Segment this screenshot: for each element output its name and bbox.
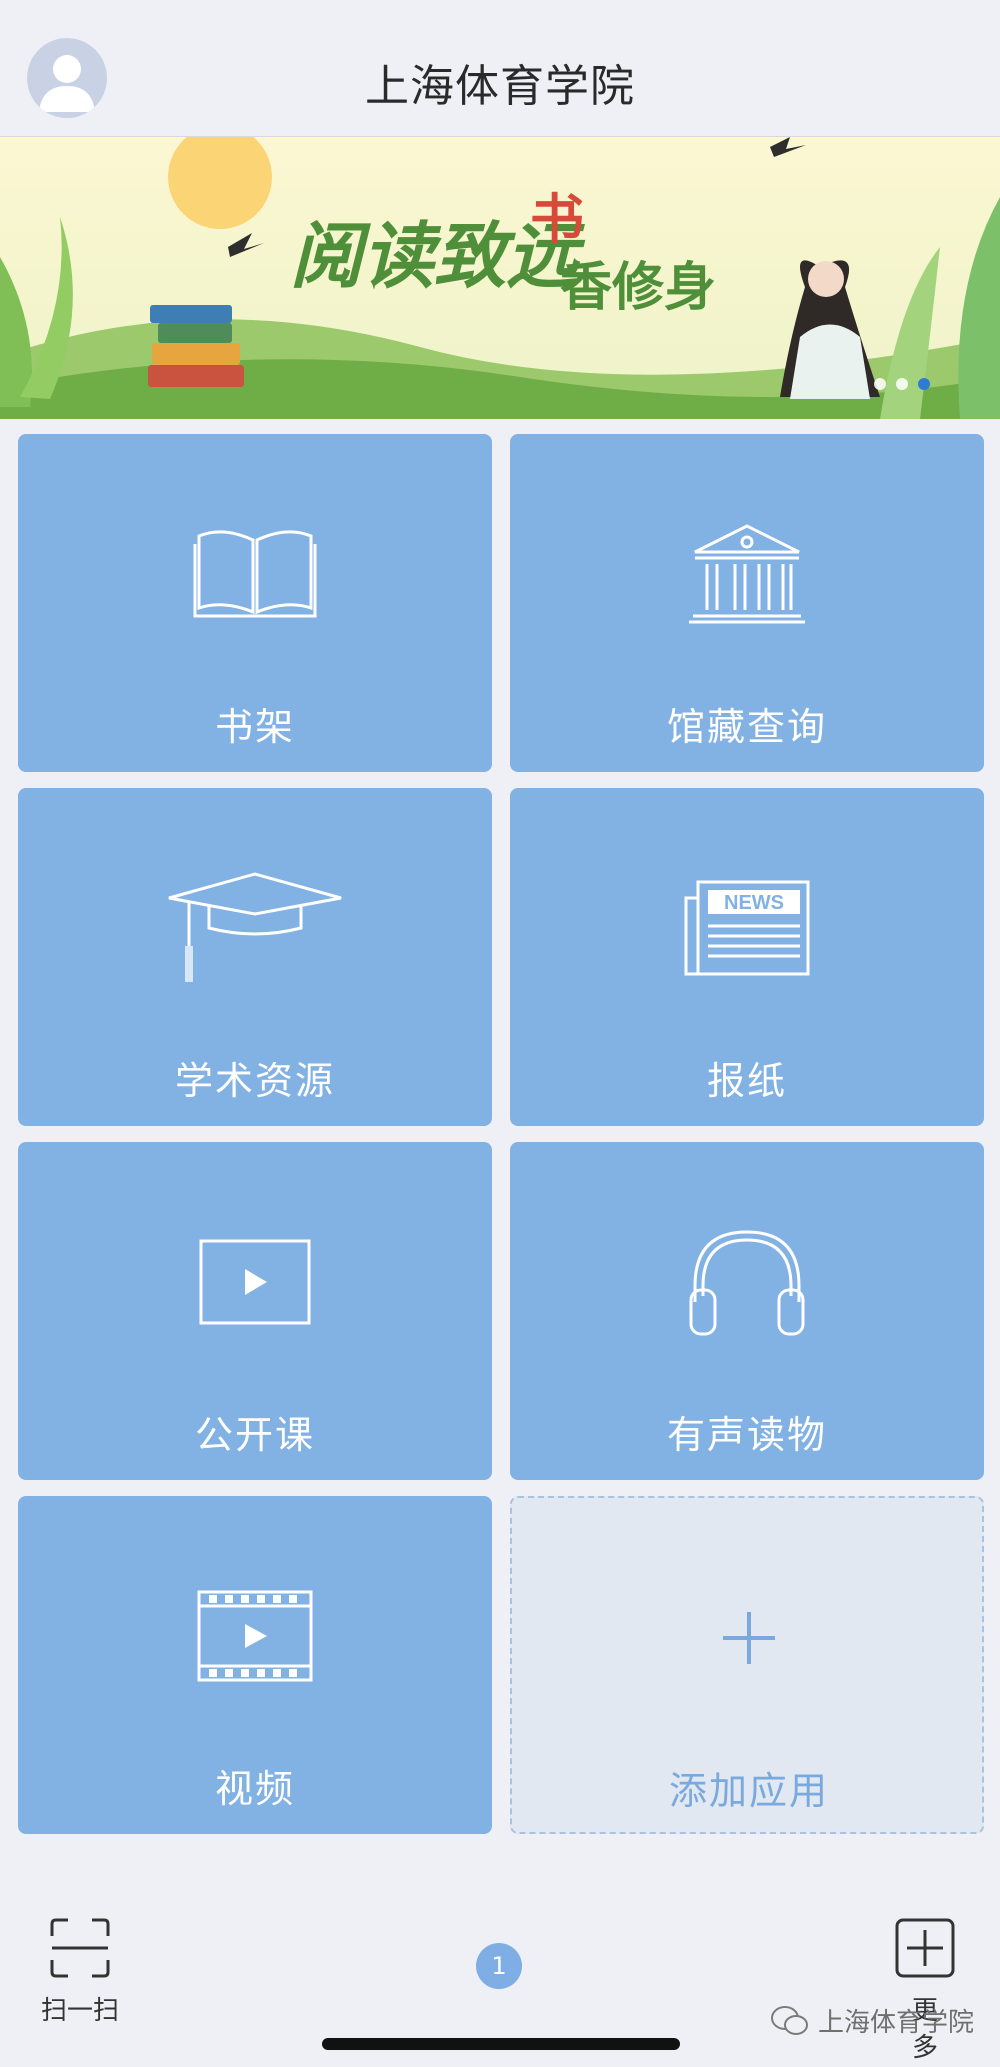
book-open-icon (193, 530, 317, 618)
home-indicator[interactable] (322, 2038, 680, 2050)
scan-frame-icon (50, 1918, 110, 1978)
tile-newspaper[interactable]: NEWS 报纸 (510, 788, 984, 1126)
page-title: 上海体育学院 (365, 61, 635, 112)
play-screen-icon (199, 1239, 311, 1325)
more-button[interactable]: 更多 (875, 1916, 975, 2064)
banner-slogan-right: 香修身 (560, 257, 717, 318)
newspaper-icon: NEWS (684, 880, 810, 976)
tile-label: 公开课 (194, 1413, 315, 1457)
tile-open-course[interactable]: 公开课 (18, 1142, 492, 1480)
tile-label: 有声读物 (666, 1413, 827, 1457)
watermark-text: 上海体育学院 (818, 2008, 975, 2038)
tile-label: 学术资源 (174, 1059, 335, 1103)
headphones-icon (689, 1230, 805, 1336)
account-watermark: 上海体育学院 (770, 2002, 974, 2039)
app-header: 上海体育学院 (0, 0, 1000, 137)
wechat-icon (771, 2005, 808, 2035)
tile-label: 书架 (214, 705, 295, 749)
scan-button[interactable]: 扫一扫 (38, 1916, 122, 2027)
graduation-cap-icon (168, 872, 342, 982)
film-play-icon (197, 1590, 313, 1682)
tile-audiobooks[interactable]: 有声读物 (510, 1142, 984, 1480)
tile-label: 视频 (214, 1767, 295, 1811)
promo-banner[interactable]: 阅读致远 书 香修身 (0, 137, 1000, 419)
more-plus-icon (895, 1918, 955, 1978)
tile-bookshelf[interactable]: 书架 (18, 434, 492, 772)
tile-add-app[interactable]: 添加应用 (510, 1496, 984, 1834)
tile-label: 添加应用 (668, 1769, 829, 1813)
banner-slogan-book: 书 (530, 187, 584, 251)
library-building-icon (689, 524, 805, 624)
tile-label: 馆藏查询 (666, 705, 827, 749)
scan-label: 扫一扫 (40, 1996, 119, 2026)
news-text: NEWS (724, 892, 784, 914)
tile-academic-resources[interactable]: 学术资源 (18, 788, 492, 1126)
bottom-dock: 扫一扫 1 更多 上海体育学院 (0, 1890, 1000, 2067)
tile-collection-search[interactable]: 馆藏查询 (510, 434, 984, 772)
plus-icon (723, 1612, 775, 1664)
tile-video[interactable]: 视频 (18, 1496, 492, 1834)
tile-label: 报纸 (706, 1059, 787, 1103)
page-indicator[interactable]: 1 (476, 1943, 522, 1989)
